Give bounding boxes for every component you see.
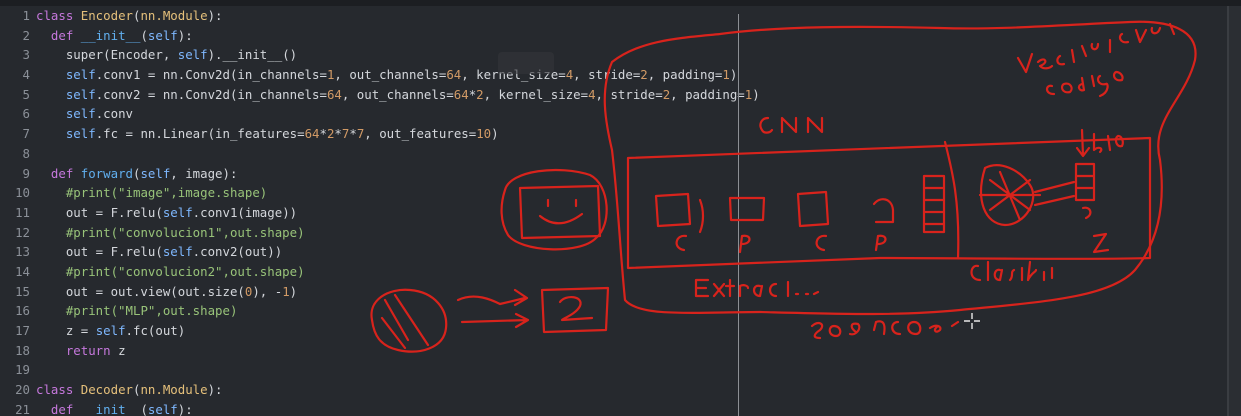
cnn-label [759,116,824,134]
handwritten-annotations [370,20,1197,353]
network-doodle [978,164,1042,227]
vector-arrow [1075,128,1091,158]
code-editor[interactable]: 1 2 3 4 5 6 7 8 9 10 11 12 13 14 15 16 17 18 19 20 21 class … [0,0,1241,416]
label-p1 [738,234,751,254]
label-z [1092,232,1110,254]
output-vector [1074,162,1096,202]
conv-square-2 [796,190,830,228]
extractor-label [694,278,820,298]
label-p2 [874,234,887,252]
encoder-label [810,320,960,340]
digit-2 [558,296,594,322]
pool-shape-2 [872,198,895,224]
digit-box [540,286,610,334]
codigo-label [1045,70,1124,98]
crosshair-cursor-icon [964,313,980,329]
size-label [1092,132,1124,154]
arrow-top [456,288,529,307]
outer-blob [603,20,1197,316]
model-box [626,136,1152,270]
label-c1 [675,234,688,252]
conv-square-1 [654,192,692,228]
arrow-bottom [460,312,530,329]
conv-tick-1 [698,198,705,234]
pool-square-1 [728,196,766,222]
clasificador-label [970,260,1054,282]
box-divider [943,140,960,260]
label-c2 [815,234,828,252]
vector-latente-label [1016,22,1176,74]
